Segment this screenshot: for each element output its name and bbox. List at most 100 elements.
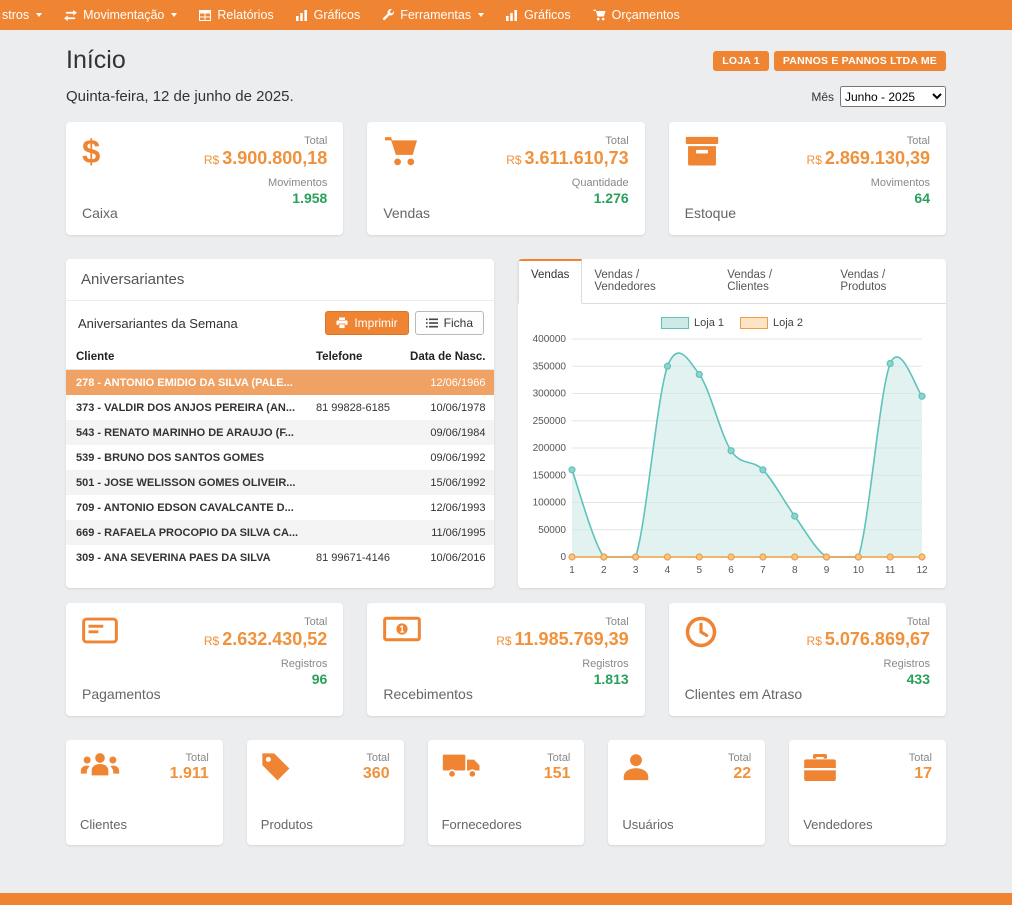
table-icon: [199, 10, 211, 21]
count-label: Quantidade: [506, 177, 628, 189]
card-label: Fornecedores: [442, 817, 522, 832]
total-label: Total: [807, 135, 930, 147]
pagamentos-card: Pagamentos Total R$2.632.430,52 Registro…: [66, 603, 343, 716]
nav-item-orcamentos[interactable]: Orçamentos: [582, 0, 691, 30]
total-value: R$3.611.610,73: [506, 148, 628, 169]
wrench-icon: [382, 9, 394, 21]
archive-icon: [685, 135, 719, 166]
client-cell: 373 - VALDIR DOS ANJOS PEREIRA (AN...: [66, 395, 306, 420]
count-value: 96: [204, 671, 327, 687]
phone-cell: [306, 470, 400, 495]
estoque-card: Estoque Total R$2.869.130,39 Movimentos …: [669, 122, 946, 235]
legend-swatch-loja2: [740, 317, 768, 329]
total-label: Total: [728, 752, 751, 764]
group-icon: [80, 752, 120, 777]
svg-text:350000: 350000: [533, 361, 567, 372]
nav-item-ferramentas[interactable]: Ferramentas: [371, 0, 495, 30]
nav-item-movimentacao[interactable]: Movimentação: [53, 0, 188, 30]
month-label: Mês: [811, 90, 834, 104]
table-row[interactable]: 278 - ANTONIO EMIDIO DA SILVA (PALE... 1…: [66, 370, 494, 396]
client-cell: 543 - RENATO MARINHO DE ARAUJO (F...: [66, 420, 306, 445]
svg-text:50000: 50000: [538, 525, 566, 536]
table-row[interactable]: 543 - RENATO MARINHO DE ARAUJO (F... 09/…: [66, 420, 494, 445]
svg-text:6: 6: [728, 565, 734, 576]
svg-text:3: 3: [633, 565, 639, 576]
nav-item-cadastros[interactable]: stros: [0, 0, 53, 30]
table-row[interactable]: 669 - RAFAELA PROCOPIO DA SILVA CA... 11…: [66, 520, 494, 545]
column-header-telefone: Telefone: [306, 345, 400, 370]
nav-item-relatorios[interactable]: Relatórios: [188, 0, 284, 30]
table-row[interactable]: 539 - BRUNO DOS SANTOS GOMES 09/06/1992: [66, 445, 494, 470]
total-value: R$11.985.769,39: [496, 629, 628, 650]
exchange-icon: [64, 10, 77, 21]
nav-item-label: Gráficos: [524, 8, 571, 22]
card-label: Vendedores: [803, 817, 872, 832]
svg-text:11: 11: [885, 565, 896, 576]
chevron-down-icon: [171, 13, 177, 17]
count-value: 1.276: [506, 190, 628, 206]
month-select[interactable]: Junho - 2025: [840, 86, 946, 107]
svg-text:400000: 400000: [533, 334, 567, 345]
footer-bar: [0, 893, 1012, 905]
svg-text:7: 7: [760, 565, 766, 576]
total-label: Total: [204, 135, 327, 147]
client-cell: 501 - JOSE WELISSON GOMES OLIVEIR...: [66, 470, 306, 495]
nav-item-graficos-2[interactable]: Gráficos: [495, 0, 582, 30]
recebimentos-card: 1 Recebimentos Total R$11.985.769,39 Reg…: [367, 603, 644, 716]
nav-item-label: Movimentação: [83, 8, 164, 22]
phone-cell: [306, 370, 400, 396]
birthdays-panel: Aniversariantes Aniversariantes da Seman…: [66, 259, 494, 588]
tab-vendas-vendedores[interactable]: Vendas / Vendedores: [582, 259, 715, 303]
chevron-down-icon: [478, 13, 484, 17]
table-row[interactable]: 309 - ANA SEVERINA PAES DA SILVA 81 9967…: [66, 545, 494, 570]
birthdays-table: Cliente Telefone Data de Nasc. 278 - ANT…: [66, 345, 494, 570]
card-label: Vendas: [383, 205, 430, 221]
nav-item-graficos-1[interactable]: Gráficos: [285, 0, 372, 30]
legend-item-loja1: Loja 1: [661, 317, 724, 329]
company-badge: PANNOS E PANNOS LTDA ME: [774, 51, 946, 71]
client-cell: 309 - ANA SEVERINA PAES DA SILVA: [66, 545, 306, 570]
legend-item-loja2: Loja 2: [740, 317, 803, 329]
phone-cell: [306, 520, 400, 545]
tab-vendas-produtos[interactable]: Vendas / Produtos: [828, 259, 946, 303]
birth-cell: 15/06/1992: [400, 470, 494, 495]
table-row[interactable]: 709 - ANTONIO EDSON CAVALCANTE D... 12/0…: [66, 495, 494, 520]
phone-cell: [306, 495, 400, 520]
card-label: Produtos: [261, 817, 313, 832]
count-label: Registros: [807, 658, 930, 670]
card-label: Caixa: [82, 205, 118, 221]
total-label: Total: [496, 616, 628, 628]
count-label: Movimentos: [204, 177, 327, 189]
nav-item-label: Orçamentos: [612, 8, 680, 22]
tab-vendas[interactable]: Vendas: [518, 259, 582, 304]
birthdays-title: Aniversariantes: [66, 259, 494, 301]
bar-chart-icon: [296, 10, 308, 21]
total-label: Total: [506, 135, 628, 147]
count-value: 1.911: [170, 765, 209, 783]
cart-icon: [593, 9, 606, 21]
caixa-card: $ Caixa Total R$3.900.800,18 Movimentos …: [66, 122, 343, 235]
ficha-button[interactable]: Ficha: [415, 311, 484, 335]
vendedores-card: Total 17 Vendedores: [789, 740, 946, 845]
phone-cell: [306, 445, 400, 470]
print-button[interactable]: Imprimir: [325, 311, 408, 335]
legend-swatch-loja1: [661, 317, 689, 329]
card-label: Clientes em Atraso: [685, 686, 803, 702]
birthdays-subtitle: Aniversariantes da Semana: [78, 316, 238, 331]
table-row[interactable]: 373 - VALDIR DOS ANJOS PEREIRA (AN... 81…: [66, 395, 494, 420]
ficha-button-label: Ficha: [444, 316, 473, 330]
count-label: Movimentos: [807, 177, 930, 189]
cart-icon: [383, 135, 419, 167]
dollar-icon: $: [82, 135, 118, 168]
total-label: Total: [363, 752, 390, 764]
svg-text:1: 1: [400, 624, 406, 635]
list-icon: [426, 318, 438, 328]
printer-icon: [336, 317, 348, 329]
svg-text:2: 2: [601, 565, 607, 576]
card-label: Clientes: [80, 817, 127, 832]
page-title: Início: [66, 46, 126, 75]
phone-cell: 81 99828-6185: [306, 395, 400, 420]
tab-vendas-clientes[interactable]: Vendas / Clientes: [715, 259, 828, 303]
total-value: R$2.632.430,52: [204, 629, 327, 650]
table-row[interactable]: 501 - JOSE WELISSON GOMES OLIVEIR... 15/…: [66, 470, 494, 495]
